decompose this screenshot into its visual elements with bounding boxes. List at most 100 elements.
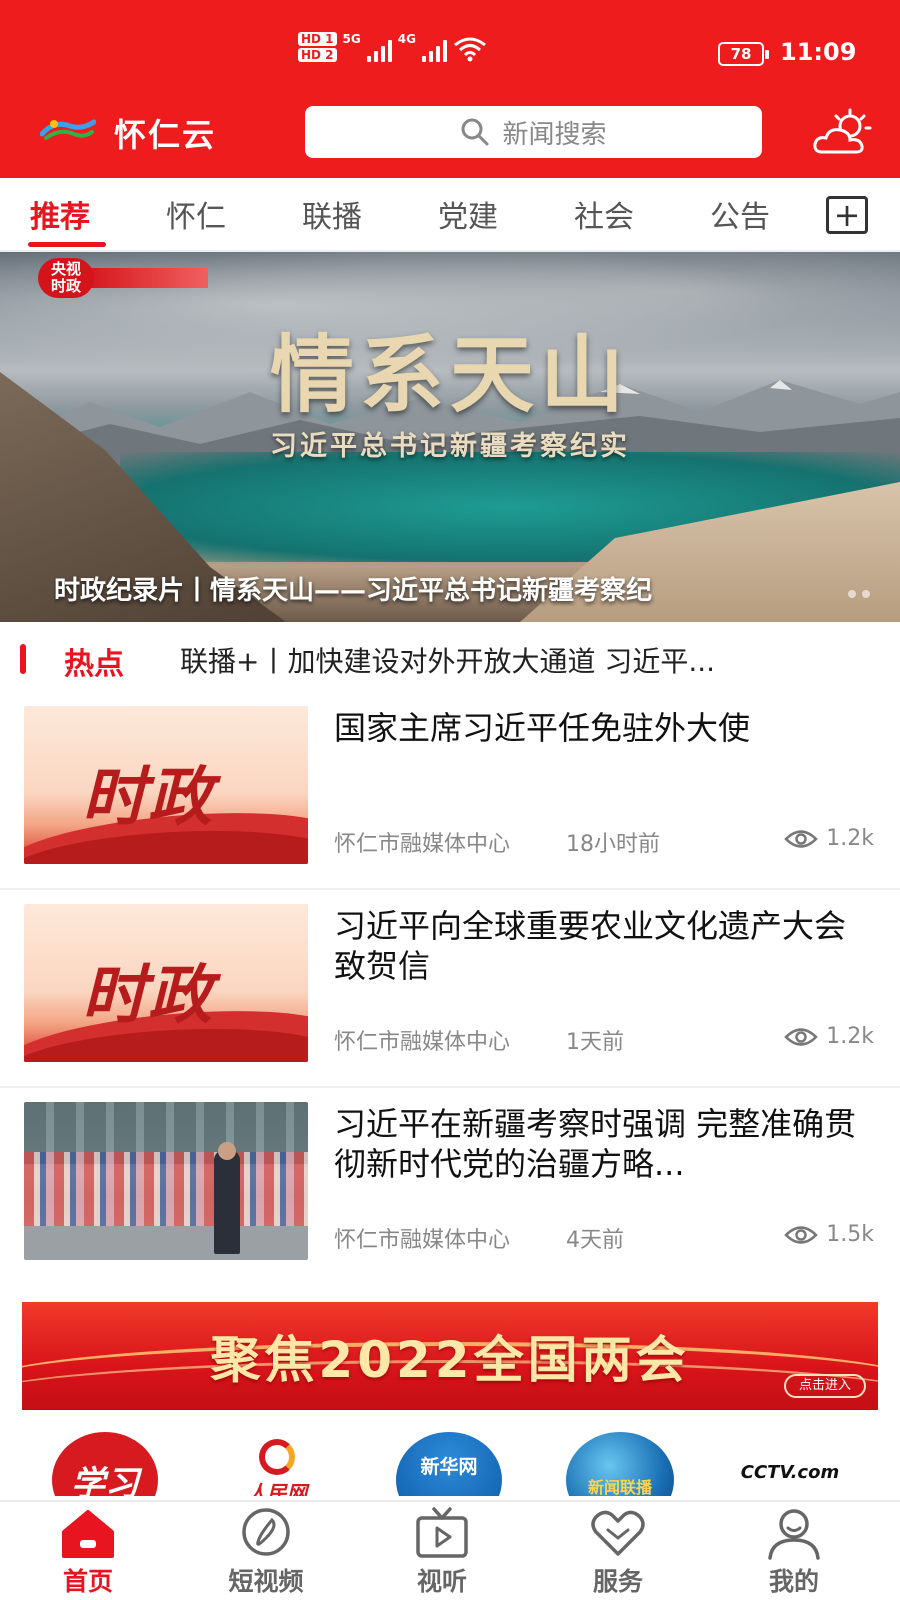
banner-title: 情系天山: [269, 325, 630, 424]
weather-icon[interactable]: [812, 108, 874, 156]
partner-cctv[interactable]: CCTV.com: [740, 1432, 840, 1496]
tab-fade: [770, 178, 818, 250]
status-time: 11:09: [780, 38, 857, 66]
user-icon: [768, 1509, 820, 1560]
net-4g-label: 4G: [397, 32, 416, 46]
news-views-count: 1.2k: [826, 826, 874, 851]
app-bar: 怀仁云 新闻搜索: [0, 100, 900, 164]
thumb-text: 时政: [82, 958, 214, 1033]
promo-text: 聚焦2022全国两会: [210, 1331, 690, 1389]
plus-box-icon[interactable]: +: [826, 196, 868, 234]
header: HD 1 HD 2 5G 4G 78 11:09 怀仁云 新闻搜索: [0, 0, 900, 178]
eye-icon: [784, 829, 819, 848]
nav-home[interactable]: 首页: [28, 1506, 148, 1598]
search-bar[interactable]: 新闻搜索: [305, 106, 762, 158]
cctv-badge: 央视 时政: [38, 258, 208, 298]
news-source: 怀仁市融媒体中心: [334, 1228, 511, 1253]
badge-top-text: 央视: [50, 260, 81, 278]
partner-xuexi[interactable]: 学习: [52, 1432, 158, 1496]
nav-short-video[interactable]: 短视频: [206, 1506, 326, 1598]
eye-icon: [784, 1225, 819, 1244]
news-views: 1.2k: [784, 826, 874, 851]
banner-caption: 时政纪录片丨情系天山——习近平总书记新疆考察纪: [54, 576, 653, 606]
status-bar: HD 1 HD 2 5G 4G 78 11:09: [0, 28, 900, 78]
partner-xinhua[interactable]: 新华网: [396, 1432, 502, 1496]
news-meta: 怀仁市融媒体中心 1天前 1.2k: [334, 1024, 874, 1055]
app-logo[interactable]: [40, 114, 96, 146]
photo-figure-head: [218, 1142, 236, 1160]
tab-shehui[interactable]: 社会: [574, 192, 634, 236]
tv-icon: [416, 1507, 468, 1558]
thumb-text: 时政: [82, 760, 214, 835]
hot-headline[interactable]: 联播+丨加快建设对外开放大通道 习近平...: [180, 640, 880, 680]
net-5g-label: 5G: [342, 32, 361, 46]
promo-banner[interactable]: 聚焦2022全国两会 点击进入: [22, 1302, 878, 1410]
tab-gonggao[interactable]: 公告: [710, 192, 770, 236]
hot-accent-bar: [20, 644, 26, 674]
news-time: 18小时前: [566, 832, 660, 857]
nav-audio-video[interactable]: 视听: [382, 1506, 502, 1598]
partner-links: 学习 人民网 新华网 新闻联播 CCTV.com: [0, 1426, 900, 1496]
badge-strip: [82, 268, 208, 288]
news-source: 怀仁市融媒体中心: [334, 832, 511, 857]
hot-ticker[interactable]: 热点 联播+丨加快建设对外开放大通道 习近平...: [0, 622, 900, 692]
home-icon: [62, 1510, 114, 1558]
category-tabs: 推荐 怀仁 联播 党建 社会 公告 +: [0, 178, 900, 252]
news-thumbnail: 时政: [24, 904, 308, 1062]
badge-bottom-text: 时政: [50, 277, 81, 295]
news-thumbnail: 时政: [24, 706, 308, 864]
search-icon: [461, 118, 489, 146]
tab-lianbo[interactable]: 联播: [302, 192, 362, 236]
partner-renmin[interactable]: 人民网: [232, 1432, 322, 1496]
nav-home-label: 首页: [62, 1567, 113, 1596]
news-views-count: 1.2k: [826, 1024, 874, 1049]
nav-profile-label: 我的: [768, 1567, 819, 1596]
partner-xwlb[interactable]: 新闻联播: [566, 1432, 674, 1496]
tab-recommend[interactable]: 推荐: [30, 192, 90, 236]
banner-pager-dots: [848, 590, 870, 598]
news-title: 习近平向全球重要农业文化遗产大会致贺信: [334, 907, 847, 985]
badge-circle: 央视 时政: [38, 258, 94, 298]
network-hd1: HD 1: [298, 32, 337, 46]
promo-enter-button[interactable]: 点击进入: [784, 1374, 866, 1398]
signal-indicators: HD 1 HD 2 5G 4G: [298, 32, 487, 62]
news-time: 4天前: [566, 1228, 624, 1253]
news-title: 国家主席习近平任免驻外大使: [334, 709, 751, 747]
news-meta: 怀仁市融媒体中心 18小时前 1.2k: [334, 826, 874, 857]
news-source: 怀仁市融媒体中心: [334, 1030, 511, 1055]
search-placeholder: 新闻搜索: [502, 119, 607, 150]
eye-icon: [784, 1027, 819, 1046]
hero-banner[interactable]: 央视 时政 情系天山 习近平总书记新疆考察纪实 时政纪录片丨情系天山——习近平总…: [0, 252, 900, 622]
photo-crowd: [24, 1152, 308, 1232]
hot-label: 热点: [64, 647, 124, 682]
photo-figure: [214, 1150, 240, 1254]
app-screen: HD 1 HD 2 5G 4G 78 11:09 怀仁云 新闻搜索 推荐 怀仁 …: [0, 0, 900, 1600]
compass-icon: [242, 1508, 290, 1556]
news-views: 1.5k: [784, 1222, 874, 1247]
battery-indicator: 78: [718, 42, 769, 66]
wifi-icon: [454, 37, 486, 62]
nav-audio-video-label: 视听: [416, 1567, 467, 1596]
news-item[interactable]: 时政 国家主席习近平任免驻外大使 怀仁市融媒体中心 18小时前 1.2k: [0, 692, 900, 890]
signal-4g-icon: [421, 38, 447, 62]
news-views-count: 1.5k: [826, 1222, 874, 1247]
nav-short-video-label: 短视频: [228, 1567, 304, 1596]
network-hd2: HD 2: [298, 48, 337, 62]
news-item[interactable]: 时政 习近平向全球重要农业文化遗产大会致贺信 怀仁市融媒体中心 1天前 1.2k: [0, 890, 900, 1088]
renmin-logo-icon: [259, 1438, 295, 1475]
nav-profile[interactable]: 我的: [734, 1506, 854, 1598]
news-meta: 怀仁市融媒体中心 4天前 1.5k: [334, 1222, 874, 1253]
tab-dangjian[interactable]: 党建: [438, 192, 498, 236]
nav-service-label: 服务: [592, 1567, 643, 1596]
nav-service[interactable]: 服务: [558, 1506, 678, 1598]
partner-renmin-label: 人民网: [247, 1480, 307, 1497]
tab-active-indicator: [28, 242, 106, 247]
photo-ground: [24, 1226, 308, 1260]
signal-5g-icon: [366, 38, 392, 62]
bottom-nav: 首页 短视频 视听 服务 我的: [0, 1500, 900, 1600]
news-time: 1天前: [566, 1030, 624, 1055]
app-title: 怀仁云: [114, 116, 217, 154]
news-item[interactable]: 习近平在新疆考察时强调 完整准确贯彻新时代党的治疆方略... 怀仁市融媒体中心 …: [0, 1088, 900, 1286]
tab-huairen[interactable]: 怀仁: [166, 192, 226, 236]
heart-icon: [591, 1510, 645, 1556]
